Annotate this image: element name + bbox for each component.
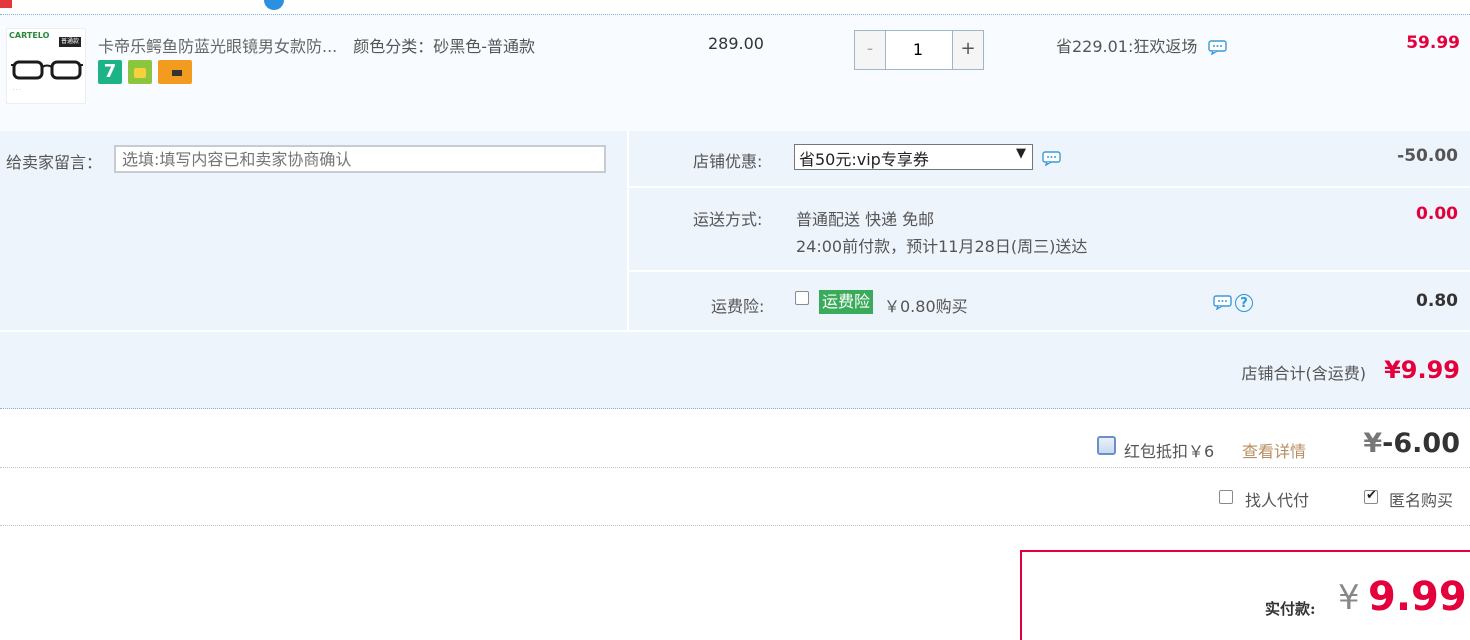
- contact-seller-icon[interactable]: [264, 0, 284, 10]
- insurance-checkbox[interactable]: [795, 291, 809, 305]
- insurance-badge: 运费险: [819, 290, 874, 314]
- seven-day-return-icon[interactable]: 7: [98, 60, 122, 84]
- shipping-label: 运送方式:: [693, 210, 763, 229]
- shipping-eta: 24:00前付款，预计11月28日(周三)送达: [796, 237, 1088, 256]
- credit-card-icon[interactable]: [158, 60, 192, 84]
- product-sku: 颜色分类：砂黑色-普通款: [353, 37, 536, 56]
- product-title[interactable]: 卡帝乐鳄鱼防蓝光眼镜男女款防... 颜色分类：砂黑色-普通款: [98, 33, 535, 57]
- shop-icon: [0, 0, 12, 8]
- red-packet-details-link[interactable]: 查看详情: [1242, 438, 1306, 462]
- divider: [629, 186, 1470, 188]
- quantity-stepper: - +: [854, 30, 984, 70]
- friend-pay-label[interactable]: 找人代付: [1245, 487, 1309, 511]
- product-thumbnail[interactable]: CARTELO 普通款 · · ·: [6, 28, 86, 104]
- seller-message-input[interactable]: [114, 145, 606, 173]
- thumb-tag: 普通款: [59, 37, 81, 47]
- top-strip: [0, 0, 1470, 14]
- divider: [0, 525, 1470, 526]
- seller-message-label: 给卖家留言：: [6, 153, 103, 172]
- order-item-row: [0, 14, 1470, 131]
- payment-label: 实付款:: [1265, 600, 1316, 618]
- item-subtotal: 59.99: [1406, 33, 1460, 53]
- help-icon[interactable]: ?: [1235, 294, 1253, 312]
- item-discount-label: 省229.01:狂欢返场: [1056, 37, 1198, 56]
- quantity-decrease-button[interactable]: -: [855, 31, 886, 69]
- divider: [629, 270, 1470, 272]
- shopping-bag-icon[interactable]: [128, 60, 152, 84]
- red-packet-label: 红包抵扣￥6: [1124, 442, 1215, 461]
- unit-price: 289.00: [708, 34, 764, 53]
- thumb-caption: · · ·: [13, 87, 21, 93]
- shipping-method: 普通配送 快递 免邮: [796, 210, 935, 229]
- shop-coupon-value: -50.00: [1397, 146, 1458, 166]
- anonymous-purchase-label[interactable]: 匿名购买: [1389, 487, 1453, 511]
- shop-coupon-label: 店铺优惠:: [693, 152, 763, 171]
- dropdown-arrow-icon: ▼: [1016, 146, 1026, 161]
- quantity-input[interactable]: [886, 31, 950, 67]
- shop-total-label: 店铺合计(含运费): [1241, 364, 1367, 383]
- chat-bubble-icon[interactable]: [1213, 295, 1232, 310]
- thumb-brand: CARTELO: [9, 31, 50, 40]
- quantity-increase-button[interactable]: +: [952, 31, 983, 69]
- chat-bubble-icon[interactable]: [1208, 40, 1228, 55]
- insurance-price: ￥0.80购买: [884, 297, 968, 316]
- insurance-value: 0.80: [1416, 291, 1458, 311]
- shop-total-value: ¥9.99: [1384, 356, 1460, 384]
- divider: [0, 467, 1470, 468]
- red-packet-amount: -6.00: [1382, 428, 1460, 459]
- anonymous-purchase-checkbox[interactable]: [1364, 488, 1378, 504]
- friend-pay-checkbox[interactable]: [1219, 490, 1233, 504]
- currency-symbol: ¥: [1363, 428, 1383, 459]
- shipping-value: 0.00: [1416, 204, 1458, 224]
- currency-symbol: ¥: [1338, 578, 1360, 618]
- shop-coupon-select[interactable]: 省50元:vip专享券 ▼: [794, 144, 1033, 170]
- insurance-label: 运费险:: [711, 297, 765, 316]
- glasses-image: [11, 60, 83, 80]
- shop-coupon-selected: 省50元:vip专享券: [799, 150, 929, 169]
- red-packet-checkbox[interactable]: [1097, 436, 1116, 455]
- chat-bubble-icon[interactable]: [1042, 151, 1061, 166]
- product-name[interactable]: 卡帝乐鳄鱼防蓝光眼镜男女款防...: [98, 37, 337, 56]
- payment-total: 9.99: [1368, 574, 1467, 620]
- item-discount: 省229.01:狂欢返场: [1056, 33, 1228, 57]
- red-packet-value: ¥-6.00: [1363, 428, 1460, 459]
